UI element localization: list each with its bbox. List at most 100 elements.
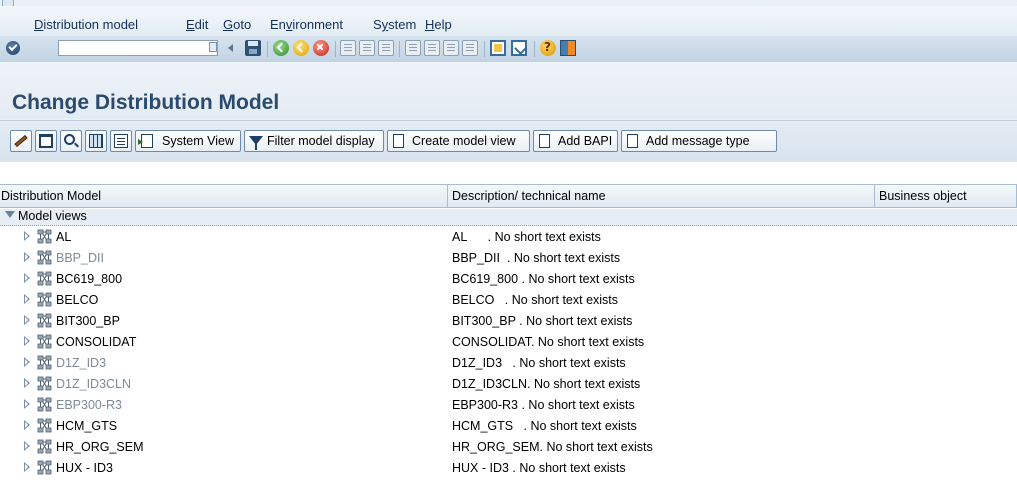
expand-triangle-icon[interactable] bbox=[24, 315, 30, 325]
find-button[interactable] bbox=[60, 130, 82, 152]
create-shortcut-icon[interactable] bbox=[511, 40, 527, 56]
pencil-icon bbox=[14, 134, 28, 148]
model-view-name[interactable]: BELCO bbox=[56, 293, 98, 307]
model-view-name[interactable]: D1Z_ID3CLN bbox=[56, 377, 131, 391]
menu-environment[interactable]: Environment bbox=[270, 17, 343, 32]
back-icon[interactable] bbox=[273, 40, 289, 56]
filter-model-display-button[interactable]: Filter model display bbox=[244, 130, 384, 152]
find-icon[interactable] bbox=[359, 40, 375, 56]
details-button[interactable] bbox=[110, 130, 132, 152]
model-view-name[interactable]: BIT300_BP bbox=[56, 314, 120, 328]
system-view-icon bbox=[138, 134, 153, 148]
system-view-button[interactable]: System View bbox=[135, 130, 241, 152]
model-view-icon bbox=[37, 334, 52, 349]
collapse-arrow-icon[interactable] bbox=[228, 44, 233, 52]
exit-icon[interactable] bbox=[293, 40, 309, 56]
layout-button[interactable] bbox=[85, 130, 107, 152]
model-view-description: AL . No short text exists bbox=[452, 230, 601, 244]
previous-page-icon[interactable] bbox=[424, 40, 440, 56]
menu-distribution-model[interactable]: Distribution model bbox=[34, 17, 138, 32]
grid-icon bbox=[89, 134, 103, 148]
collapse-triangle-icon[interactable] bbox=[5, 211, 15, 218]
standard-toolbar bbox=[0, 36, 1017, 63]
model-view-name[interactable]: BBP_DII bbox=[56, 251, 104, 265]
menu-goto[interactable]: Goto bbox=[223, 17, 251, 32]
cancel-icon[interactable] bbox=[313, 40, 329, 56]
add-bapi-button[interactable]: Add BAPI bbox=[533, 130, 618, 152]
model-view-name[interactable]: HUX - ID3 bbox=[56, 461, 113, 475]
tree-row[interactable]: HR_ORG_SEM HR_ORG_SEM. No short text exis… bbox=[0, 437, 1017, 458]
expand-triangle-icon[interactable] bbox=[24, 357, 30, 367]
menu-edit[interactable]: Edit bbox=[186, 17, 208, 32]
page-title: Change Distribution Model bbox=[12, 91, 280, 114]
tree-row[interactable]: AL AL . No short text exists bbox=[0, 227, 1017, 248]
menu-bar: Distribution model Edit Goto Environment… bbox=[0, 6, 1017, 36]
model-view-name[interactable]: HR_ORG_SEM bbox=[56, 440, 144, 454]
new-session-icon[interactable] bbox=[490, 40, 506, 56]
delete-button[interactable] bbox=[35, 130, 57, 152]
expand-triangle-icon[interactable] bbox=[24, 420, 30, 430]
expand-triangle-icon[interactable] bbox=[24, 378, 30, 388]
expand-triangle-icon[interactable] bbox=[24, 252, 30, 262]
save-icon[interactable] bbox=[245, 40, 261, 56]
column-header-description[interactable]: Description/ technical name bbox=[448, 184, 875, 208]
command-field[interactable] bbox=[58, 40, 218, 56]
add-message-type-label: Add message type bbox=[646, 134, 750, 148]
tree-row[interactable]: D1Z_ID3 D1Z_ID3 . No short text exists bbox=[0, 353, 1017, 374]
create-model-view-button[interactable]: Create model view bbox=[387, 130, 530, 152]
expand-triangle-icon[interactable] bbox=[24, 399, 30, 409]
customize-layout-icon[interactable] bbox=[560, 40, 576, 56]
menu-help[interactable]: Help bbox=[425, 17, 452, 32]
column-header-business-object[interactable]: Business object bbox=[875, 184, 1017, 208]
model-views-node[interactable]: Model views bbox=[0, 209, 1017, 226]
model-view-name[interactable]: EBP300-R3 bbox=[56, 398, 122, 412]
command-history-dropdown-icon[interactable] bbox=[209, 42, 217, 52]
model-views-label: Model views bbox=[18, 209, 87, 223]
tree-row[interactable]: BBP_DII BBP_DII . No short text exists bbox=[0, 248, 1017, 269]
model-view-description: HCM_GTS . No short text exists bbox=[452, 419, 637, 433]
model-view-description: BELCO . No short text exists bbox=[452, 293, 619, 307]
help-icon[interactable] bbox=[540, 40, 556, 56]
last-page-icon[interactable] bbox=[462, 40, 478, 56]
application-toolbar: System View Filter model display Create … bbox=[0, 120, 1017, 163]
model-view-icon bbox=[37, 460, 52, 475]
column-header-distribution-model[interactable]: Distribution Model bbox=[0, 184, 448, 208]
expand-triangle-icon[interactable] bbox=[24, 462, 30, 472]
menu-system[interactable]: System bbox=[373, 17, 416, 32]
tree-row[interactable]: CONSOLIDAT CONSOLIDAT. No short text exis… bbox=[0, 332, 1017, 353]
add-message-type-button[interactable]: Add message type bbox=[621, 130, 777, 152]
tree-row[interactable]: BC619_800 BC619_800 . No short text exist… bbox=[0, 269, 1017, 290]
find-next-icon[interactable] bbox=[378, 40, 394, 56]
model-view-name[interactable]: D1Z_ID3 bbox=[56, 356, 106, 370]
model-view-name[interactable]: HCM_GTS bbox=[56, 419, 117, 433]
print-icon[interactable] bbox=[340, 40, 356, 56]
expand-triangle-icon[interactable] bbox=[24, 231, 30, 241]
model-view-name[interactable]: BC619_800 bbox=[56, 272, 122, 286]
change-display-button[interactable] bbox=[10, 130, 32, 152]
model-view-description: BC619_800 . No short text exists bbox=[452, 272, 635, 286]
model-view-name[interactable]: AL bbox=[56, 230, 71, 244]
tree-row[interactable]: HUX - ID3 HUX - ID3 . No short text exist… bbox=[0, 458, 1017, 479]
new-document-icon bbox=[627, 134, 638, 148]
model-view-description: D1Z_ID3 . No short text exists bbox=[452, 356, 626, 370]
first-page-icon[interactable] bbox=[405, 40, 421, 56]
tree-row[interactable]: BELCO BELCO . No short text exists bbox=[0, 290, 1017, 311]
model-view-icon bbox=[37, 439, 52, 454]
tree-row[interactable]: HCM_GTS HCM_GTS . No short text exists bbox=[0, 416, 1017, 437]
model-view-icon bbox=[37, 292, 52, 307]
model-view-icon bbox=[37, 355, 52, 370]
tree-row[interactable]: D1Z_ID3CLN D1Z_ID3CLN. No short text exis… bbox=[0, 374, 1017, 395]
tree-row[interactable]: BIT300_BP BIT300_BP . No short text exist… bbox=[0, 311, 1017, 332]
expand-triangle-icon[interactable] bbox=[24, 336, 30, 346]
model-view-description: CONSOLIDAT. No short text exists bbox=[452, 335, 645, 349]
model-view-description: D1Z_ID3CLN. No short text exists bbox=[452, 377, 641, 391]
expand-triangle-icon[interactable] bbox=[24, 273, 30, 283]
model-view-name[interactable]: CONSOLIDAT bbox=[56, 335, 136, 349]
document-icon bbox=[114, 134, 128, 148]
filter-model-display-label: Filter model display bbox=[267, 134, 375, 148]
tree-row[interactable]: EBP300-R3 EBP300-R3 . No short text exist… bbox=[0, 395, 1017, 416]
enter-check-icon[interactable] bbox=[6, 41, 20, 55]
expand-triangle-icon[interactable] bbox=[24, 294, 30, 304]
expand-triangle-icon[interactable] bbox=[24, 441, 30, 451]
next-page-icon[interactable] bbox=[443, 40, 459, 56]
